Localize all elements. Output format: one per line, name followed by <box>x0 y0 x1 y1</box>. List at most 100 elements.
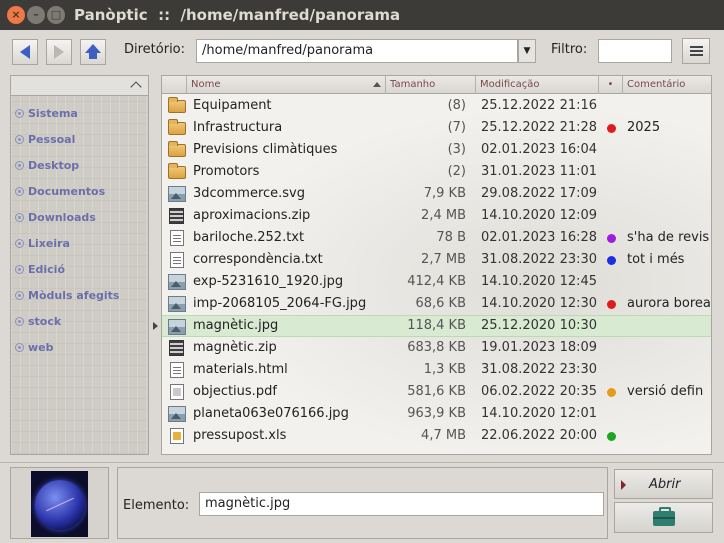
folder-icon <box>168 141 186 157</box>
file-name: Previsions climàtiques <box>193 142 338 157</box>
chevron-down-icon[interactable]: ▼ <box>518 39 536 63</box>
header-name[interactable]: Nome <box>187 76 386 94</box>
footer-panel: Elemento: magnètic.jpg Abrir <box>0 462 724 543</box>
hamburger-menu-icon[interactable] <box>682 38 710 64</box>
close-icon[interactable]: × <box>7 6 25 24</box>
file-size: (7) <box>447 120 466 135</box>
sidebar-item[interactable]: Pessoal <box>11 126 148 152</box>
file-name: Promotors <box>193 164 260 179</box>
list-header: Nome Tamanho Modificação • Comentário <box>162 76 711 94</box>
element-panel: Elemento: magnètic.jpg <box>117 467 608 539</box>
table-row[interactable]: materials.html 1,3 KB 31.08.2022 23:30 <box>162 359 711 381</box>
sidebar-item[interactable]: Edició <box>11 256 148 282</box>
file-date: 14.10.2020 12:01 <box>481 406 598 421</box>
sidebar-item[interactable]: Downloads <box>11 204 148 230</box>
file-name: Infrastructura <box>193 120 283 135</box>
up-button[interactable] <box>80 39 106 65</box>
image-icon <box>168 296 186 312</box>
file-date: 29.08.2022 17:09 <box>481 186 598 201</box>
table-row[interactable]: imp-2068105_2064-FG.jpg 68,6 KB 14.10.2020… <box>162 293 711 315</box>
forward-button[interactable] <box>46 39 72 65</box>
sidebar-item[interactable]: Lixeira <box>11 230 148 256</box>
file-comment: versió defin <box>627 384 704 399</box>
table-row[interactable]: pressupost.xls 4,7 MB 22.06.2022 20:00 <box>162 425 711 447</box>
sidebar-header[interactable] <box>11 76 148 96</box>
file-size: 4,7 MB <box>421 428 466 443</box>
sidebar-item[interactable]: web <box>11 334 148 360</box>
table-row[interactable]: 3dcommerce.svg 7,9 KB 29.08.2022 17:09 <box>162 183 711 205</box>
file-date: 22.06.2022 20:00 <box>481 428 598 443</box>
file-date: 06.02.2022 20:35 <box>481 384 598 399</box>
preview-box <box>10 467 109 539</box>
file-date: 14.10.2020 12:09 <box>481 208 598 223</box>
briefcase-button[interactable] <box>614 502 713 533</box>
directory-input[interactable]: /home/manfred/panorama <box>196 39 518 63</box>
table-row[interactable]: aproximacions.zip 2,4 MB 14.10.2020 12:09 <box>162 205 711 227</box>
text-icon <box>170 362 184 378</box>
table-row[interactable]: planeta063e076166.jpg 963,9 KB 14.10.2020 … <box>162 403 711 425</box>
table-row[interactable]: bariloche.252.txt 78 B 02.01.2023 16:28 s'h… <box>162 227 711 249</box>
sidebar-item[interactable]: Mòduls afegits <box>11 282 148 308</box>
sidebar-item-label: Downloads <box>28 210 96 224</box>
table-row[interactable]: Previsions climàtiques (3) 02.01.2023 16:0… <box>162 139 711 161</box>
sidebar-list: Sistema Pessoal Desktop Documentos Downloads… <box>11 96 148 360</box>
header-comment[interactable]: Comentário <box>623 76 711 94</box>
open-button[interactable]: Abrir <box>614 469 713 499</box>
header-size[interactable]: Tamanho <box>386 76 476 94</box>
file-name: materials.html <box>193 362 288 377</box>
file-date: 31.08.2022 23:30 <box>481 362 598 377</box>
sidebar-item[interactable]: Documentos <box>11 178 148 204</box>
header-modified[interactable]: Modificação <box>476 76 599 94</box>
file-size: 2,7 MB <box>421 252 466 267</box>
filter-input[interactable] <box>598 39 672 63</box>
mark-dot-icon <box>607 234 616 243</box>
bullet-icon <box>15 238 24 248</box>
sidebar-item[interactable]: Sistema <box>11 100 148 126</box>
file-size: 7,9 KB <box>423 186 466 201</box>
file-comment: s'ha de revis <box>627 230 710 245</box>
header-mark[interactable]: • <box>599 76 623 94</box>
maximize-icon[interactable]: □ <box>47 6 65 24</box>
current-row-marker-icon <box>153 322 158 330</box>
preview-thumbnail <box>31 471 88 537</box>
forward-arrow-icon <box>54 45 64 59</box>
file-date: 02.01.2023 16:04 <box>481 142 598 157</box>
sidebar-item[interactable]: Desktop <box>11 152 148 178</box>
table-row[interactable]: objectius.pdf 581,6 KB 06.02.2022 20:35 ver… <box>162 381 711 403</box>
list-rows: Equipament (8) 25.12.2022 21:16 Infrastruct… <box>162 95 711 447</box>
file-size: (3) <box>447 142 466 157</box>
file-name: imp-2068105_2064-FG.jpg <box>193 296 367 311</box>
element-input[interactable]: magnètic.jpg <box>199 492 604 516</box>
table-row[interactable]: Infrastructura (7) 25.12.2022 21:28 2025 <box>162 117 711 139</box>
table-row[interactable]: magnètic.zip 683,8 KB 19.01.2023 18:09 <box>162 337 711 359</box>
chevron-up-icon[interactable] <box>130 81 142 93</box>
file-date: 14.10.2020 12:30 <box>481 296 598 311</box>
minimize-icon[interactable]: – <box>27 6 45 24</box>
mark-dot-icon <box>607 300 616 309</box>
file-size: 963,9 KB <box>407 406 466 421</box>
back-button[interactable] <box>12 39 38 65</box>
file-date: 25.12.2022 21:28 <box>481 120 598 135</box>
header-icon-column[interactable] <box>162 76 187 94</box>
title-bar: × – □ Panòptic :: /home/manfred/panorama <box>0 0 724 30</box>
file-comment: 2025 <box>627 120 661 135</box>
sidebar-item-label: Edició <box>28 262 66 276</box>
mark-dot-icon <box>607 388 616 397</box>
table-row[interactable]: Equipament (8) 25.12.2022 21:16 <box>162 95 711 117</box>
sidebar-item-label: Desktop <box>28 158 80 172</box>
table-row[interactable]: magnètic.jpg 118,4 KB 25.12.2020 10:30 <box>162 315 711 337</box>
folder-icon <box>168 97 186 113</box>
sidebar-item-label: Mòduls afegits <box>28 288 120 302</box>
sidebar-item-label: web <box>28 340 54 354</box>
file-size: 68,6 KB <box>415 296 466 311</box>
file-comment: aurora borea <box>627 296 711 311</box>
sidebar-item[interactable]: stock <box>11 308 148 334</box>
table-row[interactable]: exp-5231610_1920.jpg 412,4 KB 14.10.2020 1… <box>162 271 711 293</box>
file-name: correspondència.txt <box>193 252 323 267</box>
sidebar: Sistema Pessoal Desktop Documentos Downloads… <box>10 75 149 455</box>
file-name: 3dcommerce.svg <box>193 186 306 201</box>
table-row[interactable]: correspondència.txt 2,7 MB 31.08.2022 23:3… <box>162 249 711 271</box>
toolbar: Diretório: /home/manfred/panorama ▼ Filt… <box>0 30 724 70</box>
table-row[interactable]: Promotors (2) 31.01.2023 11:01 <box>162 161 711 183</box>
default-marker-icon <box>621 480 626 490</box>
